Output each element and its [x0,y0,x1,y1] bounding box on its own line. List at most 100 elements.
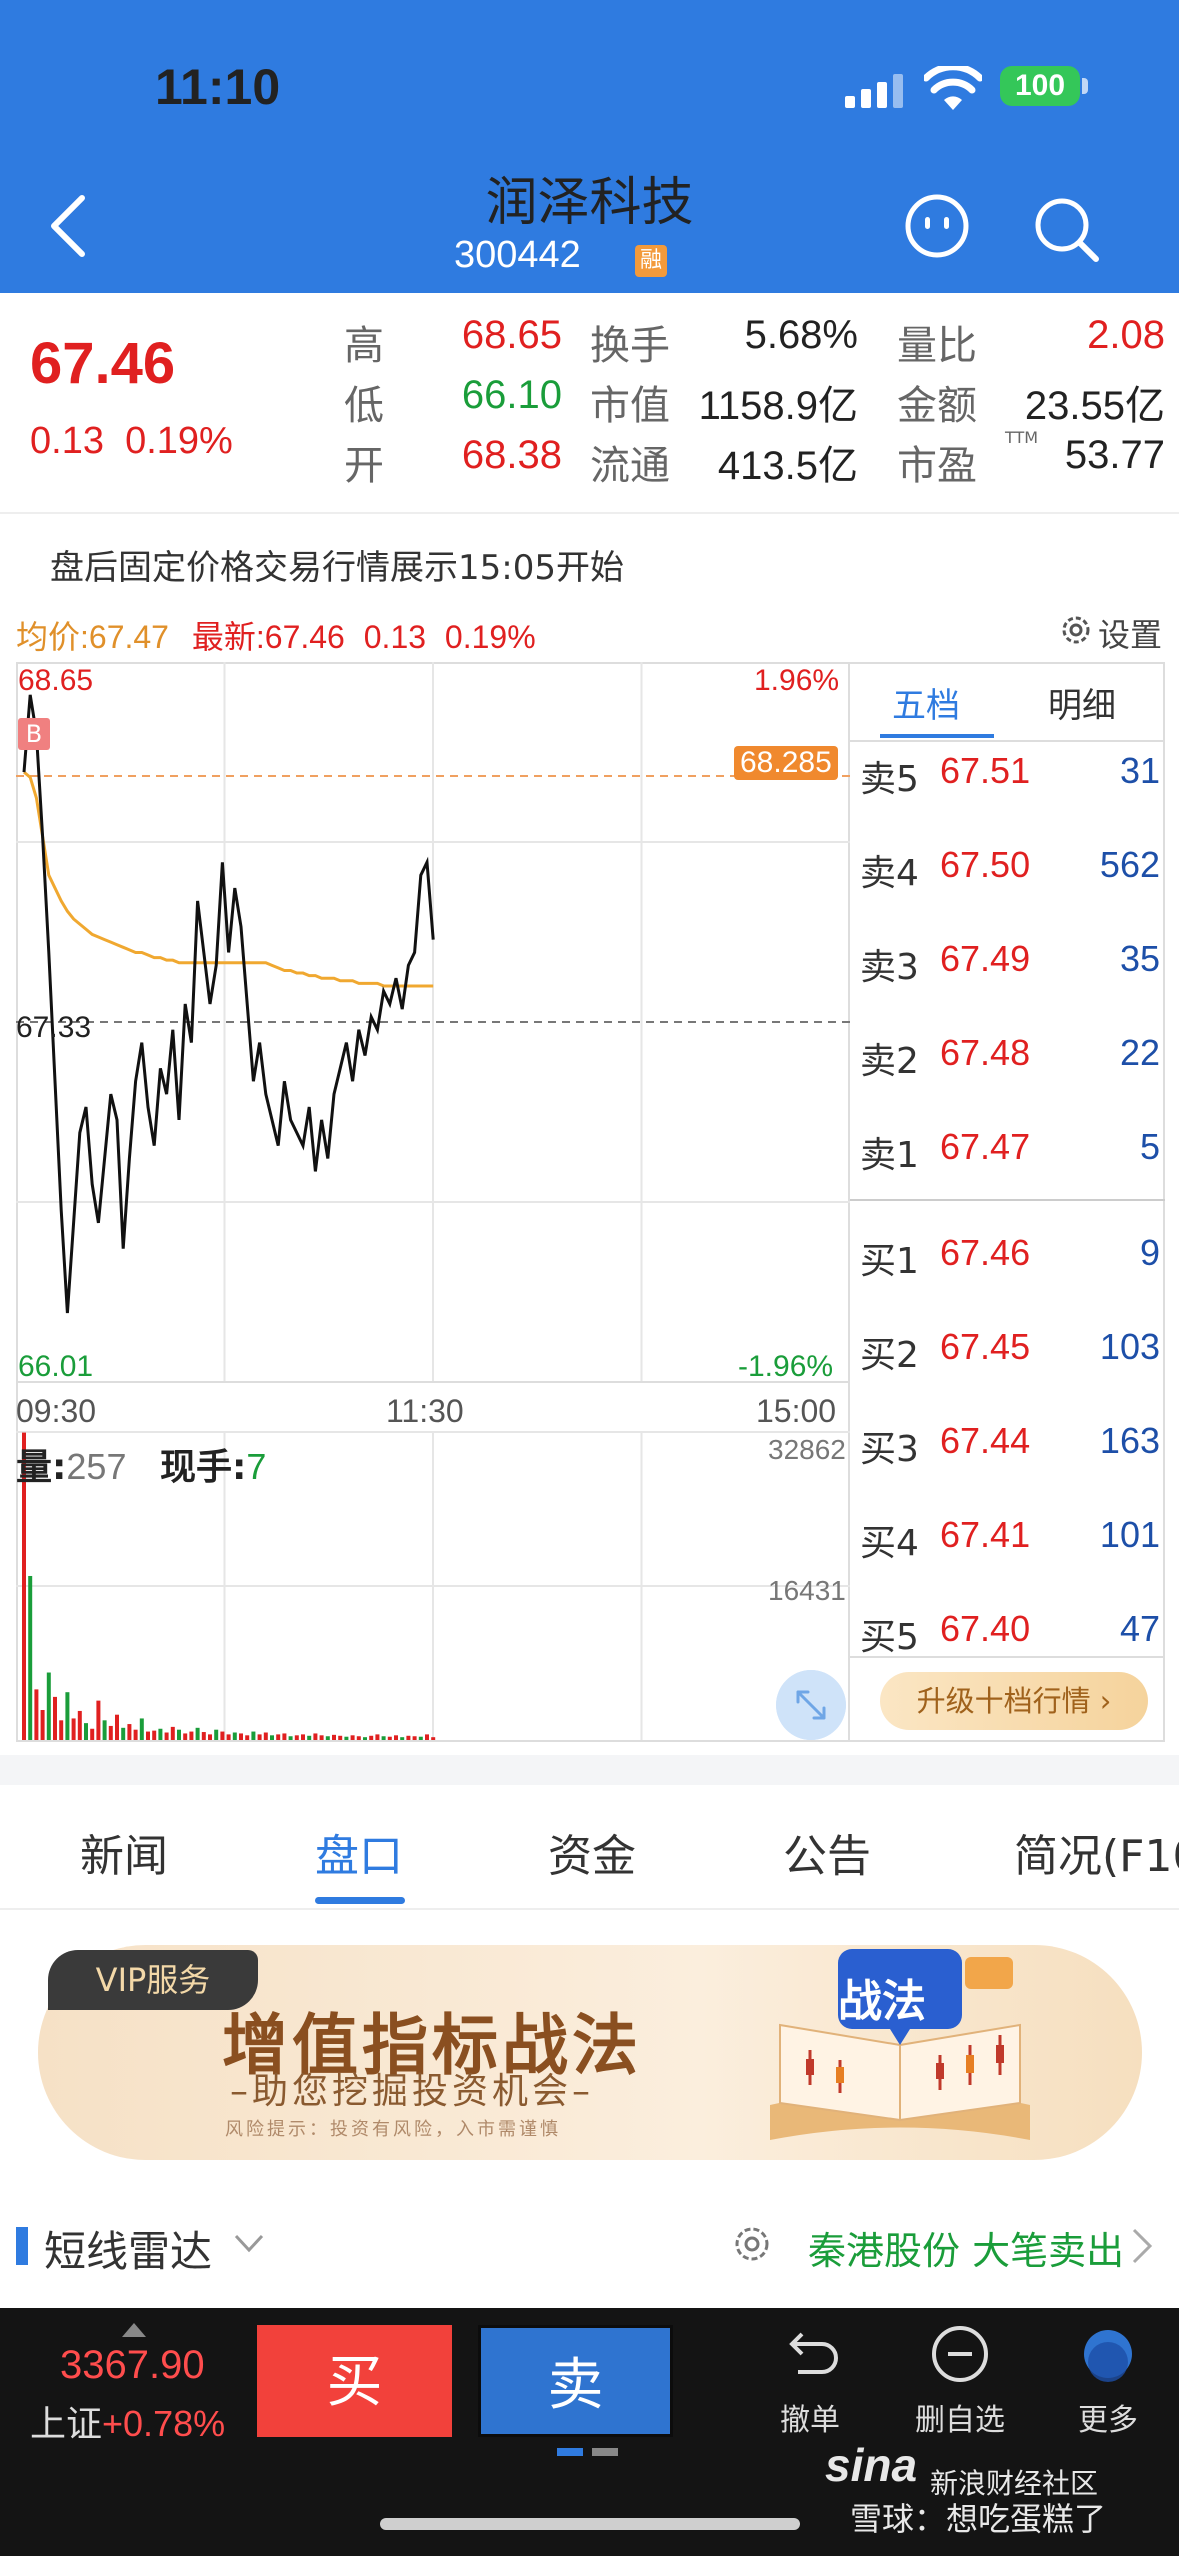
tab-detail[interactable]: 明细 [1048,678,1116,727]
active-tab-underline [315,1897,405,1904]
volume-bar [319,1735,324,1740]
sell-button[interactable]: 卖 [478,2325,673,2437]
price-change-pct: 0.19% [125,420,233,462]
index-pct: +0.78% [102,2403,226,2444]
more-icon[interactable] [1076,2322,1140,2386]
after-hours-notice: 盘后固定价格交易行情展示15:05开始 [50,548,624,588]
volume-bar [40,1710,45,1740]
current-price: 67.46 [30,331,176,396]
order-book-row[interactable]: 买3 67.44 163 [860,1420,1160,1514]
volume-bar [65,1692,70,1740]
volume-bar [307,1735,312,1740]
pct-low-label: -1.96% [738,1350,834,1383]
tab-news[interactable]: 新闻 [80,1820,168,1884]
x-tick-end: 15:00 [756,1393,837,1429]
volume-bar [282,1733,287,1740]
price-change: 0.13 0.19% [30,420,233,463]
ob-side: 买2 [860,1335,919,1376]
more-label[interactable]: 更多 [1038,2395,1178,2439]
status-time: 11:10 [155,59,281,115]
tab-profile[interactable]: 简况(F10) [1014,1831,1179,1880]
battery-tip [1082,78,1088,94]
search-icon[interactable] [1030,193,1102,265]
volume-bar [288,1736,293,1740]
index-name-label: 上证 [30,2404,103,2445]
volume-bar [381,1736,386,1740]
ob-price: 67.49 [940,938,1031,979]
volume-bar [332,1734,336,1740]
order-book-row[interactable]: 卖1 67.47 5 [860,1126,1160,1220]
undo-icon[interactable] [778,2322,842,2386]
volume-bar [418,1736,423,1740]
wifi-icon [924,66,982,110]
ob-volume: 101 [1099,1514,1160,1555]
ob-volume: 47 [1119,1608,1160,1649]
ob-side: 买4 [860,1523,919,1564]
order-book-row[interactable]: 卖5 67.51 31 [860,750,1160,844]
stat-value-3: 66.10 [461,373,562,417]
buy-button[interactable]: 买 [257,2325,452,2437]
volume-bar [425,1734,429,1740]
order-book-row[interactable]: 卖3 67.49 35 [860,938,1160,1032]
tab-announcements[interactable]: 公告 [783,1820,871,1884]
tabs-divider [0,1908,1179,1910]
settings-button[interactable]: 设置 [1098,610,1162,656]
hand-value: 7 [246,1446,267,1487]
ob-side: 卖3 [860,947,919,988]
volume-bar [400,1737,405,1740]
ob-price: 67.50 [940,844,1031,885]
ob-price: 67.45 [940,1326,1031,1367]
ob-volume: 31 [1119,750,1160,791]
gear-icon[interactable] [1058,612,1094,648]
ob-divider-top [850,740,1165,742]
undo-label[interactable]: 撤单 [740,2395,880,2439]
tab-five-levels[interactable]: 五档 [892,678,960,727]
volume-bar [375,1734,380,1740]
expand-chart-icon[interactable] [776,1670,846,1740]
order-book-row[interactable]: 卖2 67.48 22 [860,1032,1160,1126]
volume-bar [71,1718,76,1740]
volume-bar [34,1689,39,1740]
index-expand-arrow-icon[interactable] [122,2323,146,2337]
upgrade-ten-levels-button[interactable]: 升级十档行情 › [880,1672,1148,1730]
ob-price: 67.40 [940,1608,1031,1649]
app-header [0,0,1179,293]
volume-bar [251,1731,256,1740]
banner-risk: 风险提示：投资有风险，入市需谨慎 [225,2119,561,2140]
remove-watchlist-label[interactable]: 删自选 [890,2395,1030,2439]
volume-bar [276,1734,281,1740]
chat-face-icon[interactable] [904,193,970,259]
stat-value-4: 1158.9亿 [698,384,858,428]
ob-tab-underline [880,734,994,738]
tab-profile-clip: 简况(F10) [1014,1820,1179,1880]
chevron-right-icon[interactable] [1130,2226,1154,2266]
ob-side: 卖5 [860,759,919,800]
order-book-row[interactable]: 卖4 67.50 562 [860,844,1160,938]
ob-price: 67.51 [940,750,1031,791]
buy-marker: B [18,718,50,750]
intraday-chart[interactable] [16,662,850,1742]
volume-value: 257 [66,1446,127,1487]
radar-news[interactable]: 秦港股份 大笔卖出 [808,2220,1124,2275]
radar-label[interactable]: 短线雷达 [44,2218,212,2279]
volume-bar [183,1733,188,1740]
tab-order-book[interactable]: 盘口 [315,1820,403,1884]
volume-bar [133,1729,138,1740]
volume-bar [90,1728,95,1740]
volume-bar [46,1672,51,1740]
tab-capital[interactable]: 资金 [548,1820,636,1884]
order-book-row[interactable]: 买4 67.41 101 [860,1514,1160,1608]
y-high-label: 68.65 [18,664,94,697]
chevron-down-icon[interactable] [232,2230,266,2256]
sina-watermark: sina [825,2439,918,2491]
stat-value-7: 413.5亿 [717,444,858,488]
remove-watchlist-icon[interactable] [928,2322,992,2386]
radar-gear-icon[interactable] [730,2222,774,2266]
price-line [22,694,435,1314]
ob-side: 卖4 [860,853,919,894]
order-book-row[interactable]: 买1 67.46 9 [860,1232,1160,1326]
ob-volume: 5 [1139,1126,1160,1167]
home-indicator[interactable] [380,2518,800,2530]
latest-price-label: 最新:67.46 [191,619,345,655]
order-book-row[interactable]: 买2 67.45 103 [860,1326,1160,1420]
